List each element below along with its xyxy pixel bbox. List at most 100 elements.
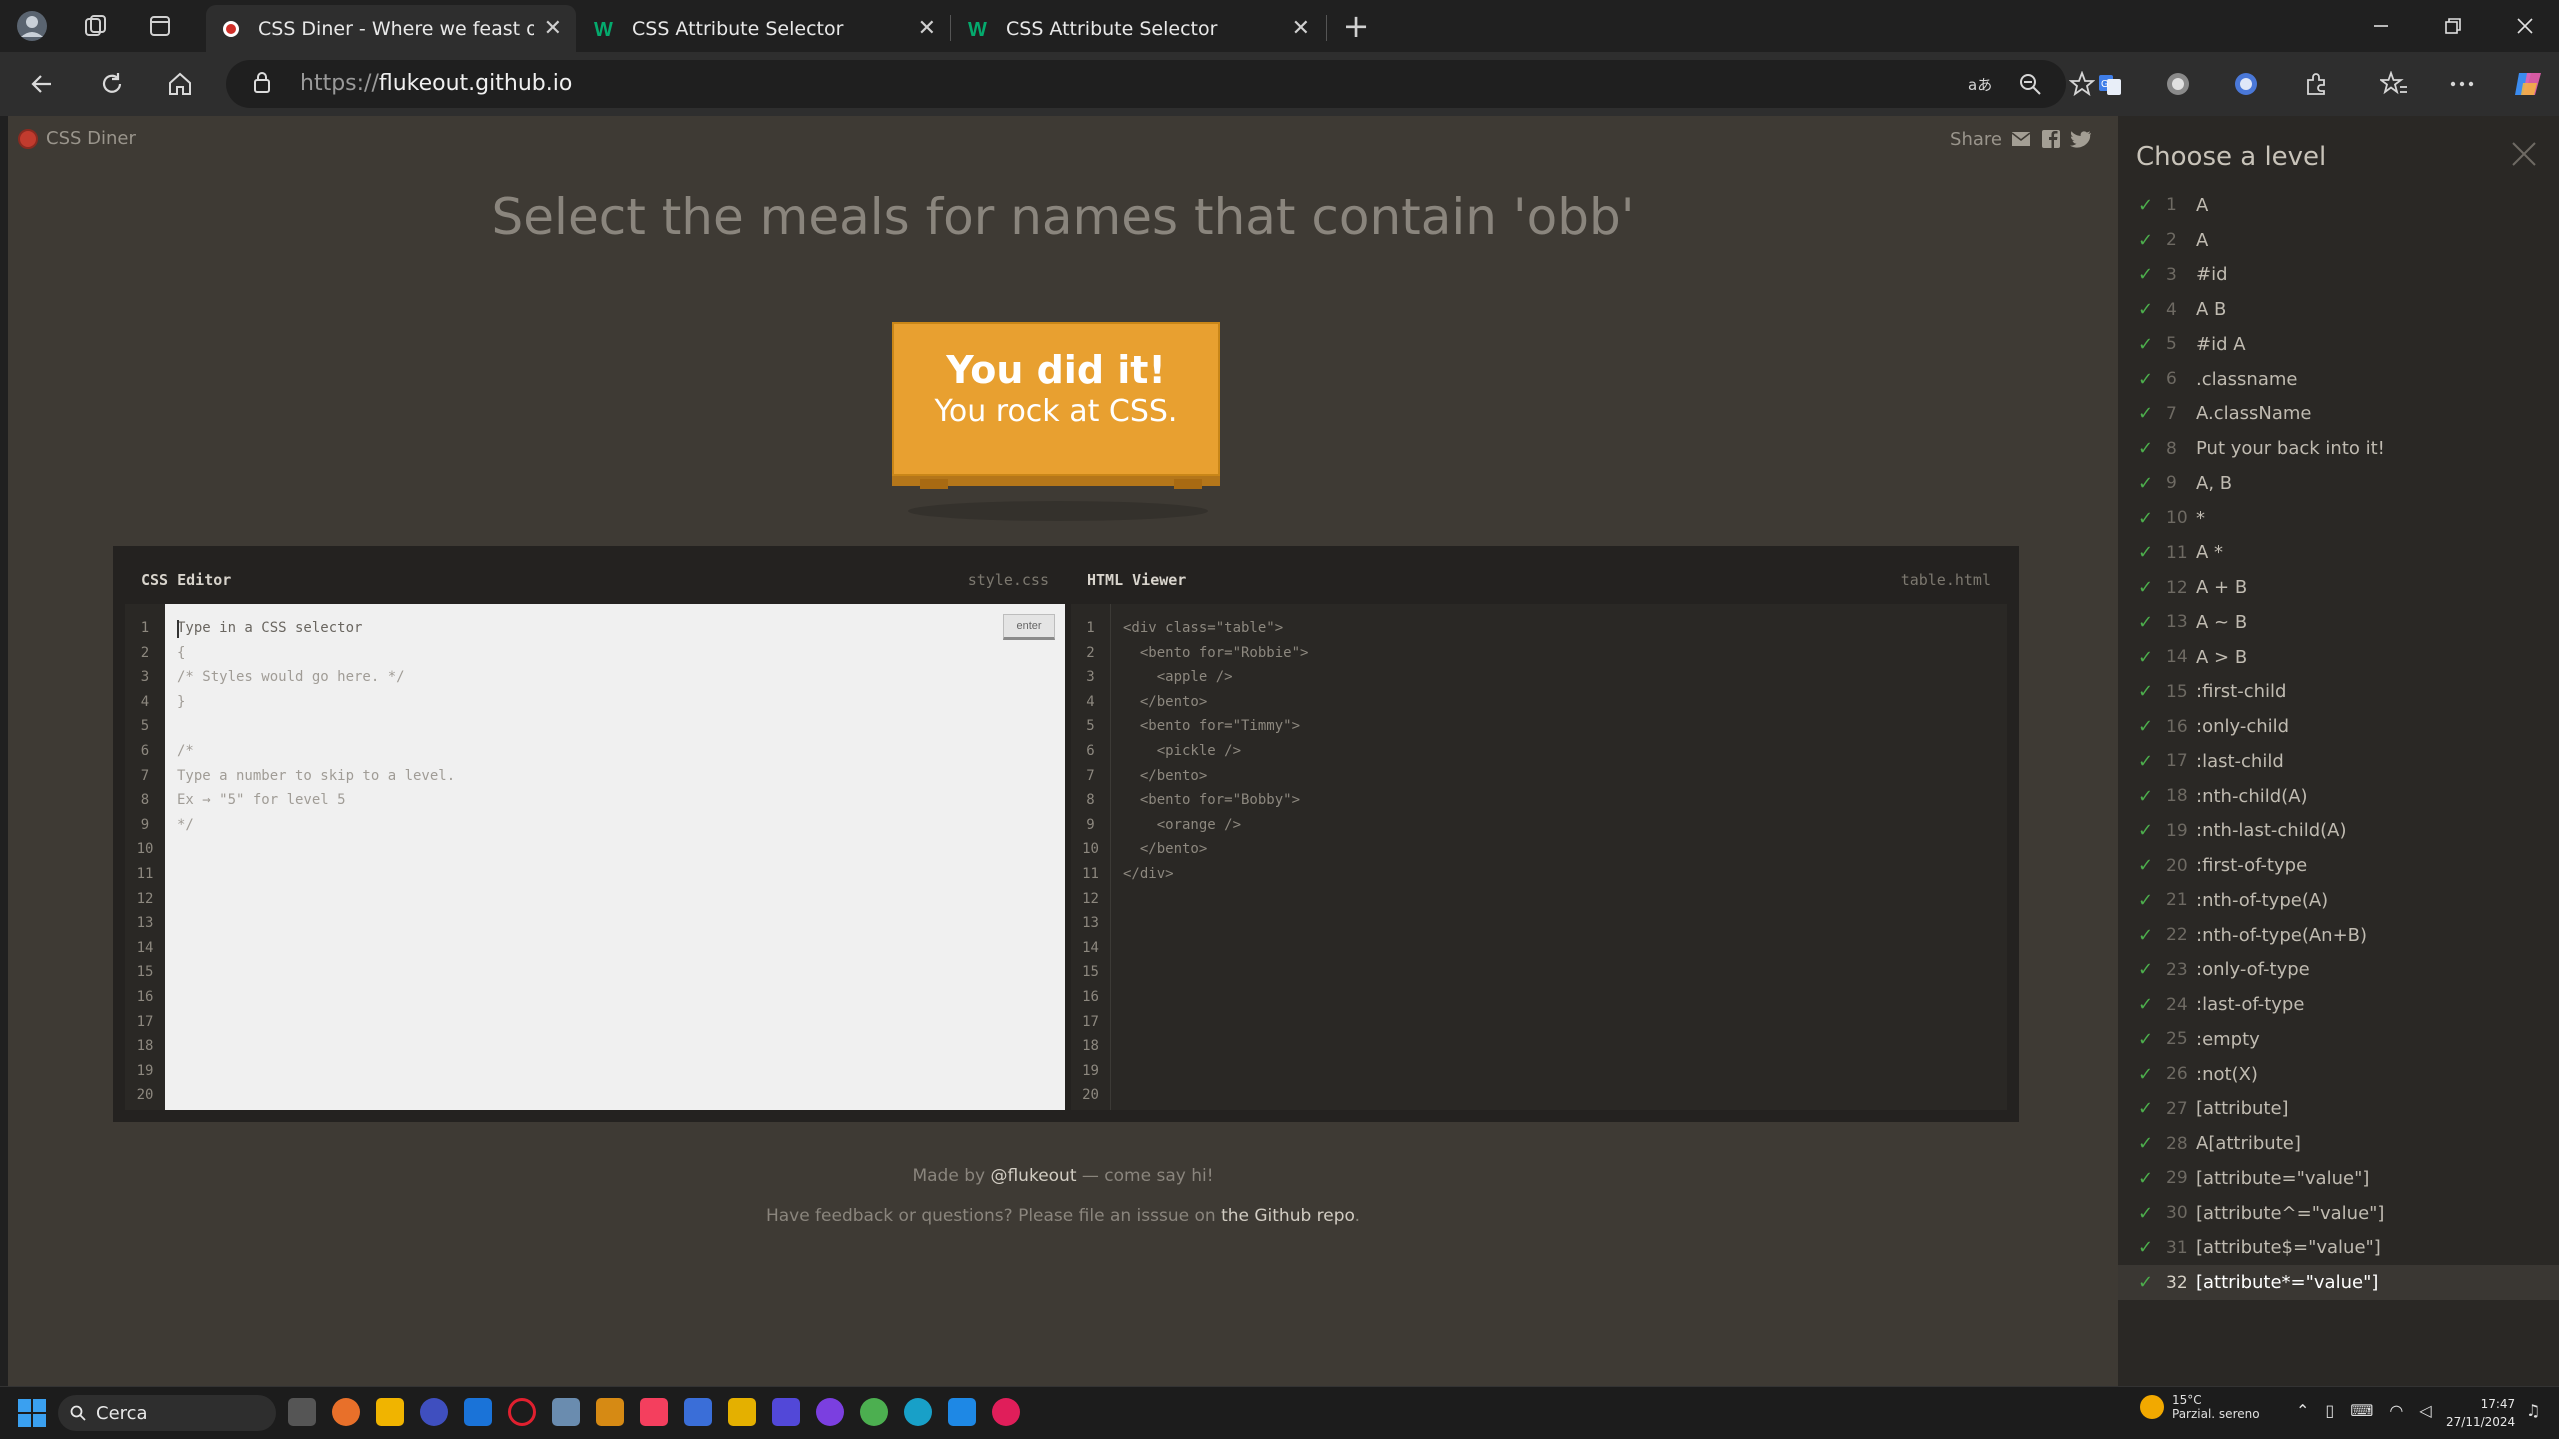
weather-widget[interactable]: 15°C Parzial. sereno xyxy=(2140,1393,2260,1421)
level-item[interactable]: ✓ 13 A ~ B xyxy=(2118,605,2559,640)
new-tab-icon[interactable]: + xyxy=(1338,7,1374,45)
line-number: 13 xyxy=(136,915,154,932)
enter-button[interactable]: enter xyxy=(1003,614,1055,640)
level-item[interactable]: ✓ 15:first-child xyxy=(2118,675,2559,710)
brand-logo[interactable]: CSS Diner xyxy=(18,128,136,149)
chrome-icon[interactable] xyxy=(860,1398,888,1426)
restore-icon[interactable] xyxy=(2418,6,2488,46)
keyboard-icon[interactable]: ⌨ xyxy=(2350,1401,2373,1420)
chevron-up-icon[interactable]: ⌃ xyxy=(2296,1401,2309,1420)
windows-start-icon[interactable] xyxy=(18,1399,46,1427)
level-item[interactable]: ✓ 5 #id A xyxy=(2118,327,2559,362)
edge-icon[interactable] xyxy=(904,1398,932,1426)
css-input-area[interactable]: Type in a CSS selector {/* Styles would g… xyxy=(165,604,1065,1110)
copilot-icon[interactable] xyxy=(2508,64,2548,104)
proton-icon[interactable] xyxy=(816,1398,844,1426)
tab-css-attribute-selector-1[interactable]: W CSS Attribute Selector ✕ xyxy=(580,5,950,52)
address-bar[interactable]: https://flukeout.github.io aあ xyxy=(226,60,2095,108)
level-item[interactable]: ✓ 6 .classname xyxy=(2118,362,2559,397)
twitter-icon[interactable] xyxy=(2070,128,2092,150)
badge-app-icon[interactable] xyxy=(596,1398,624,1426)
opera-icon[interactable] xyxy=(508,1398,536,1426)
close-window-icon[interactable] xyxy=(2490,6,2559,46)
lock-icon[interactable] xyxy=(252,70,272,99)
level-item[interactable]: ✓ 21:nth-of-type(A) xyxy=(2118,883,2559,918)
clock[interactable]: 17:47 27/11/2024 xyxy=(2446,1395,2515,1431)
wifi-icon[interactable]: ◠ xyxy=(2389,1401,2403,1420)
translate-extension-icon[interactable]: G xyxy=(2090,64,2130,104)
volume-icon[interactable]: ◁ xyxy=(2419,1401,2431,1420)
tab-close-icon[interactable]: ✕ xyxy=(544,16,562,41)
level-item[interactable]: ✓ 12 A + B xyxy=(2118,570,2559,605)
level-item[interactable]: ✓ 17:last-child xyxy=(2118,744,2559,779)
extension-shield-icon[interactable] xyxy=(2226,64,2266,104)
level-item[interactable]: ✓ 25:empty xyxy=(2118,1022,2559,1057)
vscode-icon[interactable] xyxy=(948,1398,976,1426)
vertical-tabs-icon[interactable] xyxy=(142,8,178,44)
url-text[interactable]: https://flukeout.github.io xyxy=(300,71,572,96)
level-item[interactable]: ✓ 29 [attribute="value"] xyxy=(2118,1161,2559,1196)
level-item[interactable]: ✓ 3 #id xyxy=(2118,258,2559,293)
level-item[interactable]: ✓ 20:first-of-type xyxy=(2118,848,2559,883)
level-item[interactable]: ✓ 24:last-of-type xyxy=(2118,987,2559,1022)
visual-studio-icon[interactable] xyxy=(772,1398,800,1426)
level-item[interactable]: ✓ 1 A xyxy=(2118,188,2559,223)
level-item[interactable]: ✓ 26:not(X) xyxy=(2118,1057,2559,1092)
level-item[interactable]: ✓ 16:only-child xyxy=(2118,709,2559,744)
workspaces-icon[interactable] xyxy=(78,8,114,44)
level-item[interactable]: ✓ 22:nth-of-type(An+B) xyxy=(2118,918,2559,953)
level-item[interactable]: ✓ 7 A.className xyxy=(2118,397,2559,432)
power-bi-icon[interactable] xyxy=(728,1398,756,1426)
tab-close-icon[interactable]: ✕ xyxy=(1292,16,1310,41)
tab-css-diner[interactable]: CSS Diner - Where we feast on CSS ✕ xyxy=(206,5,576,52)
github-repo-link[interactable]: the Github repo xyxy=(1221,1206,1355,1226)
back-icon[interactable] xyxy=(22,64,62,104)
level-item[interactable]: ✓ 23:only-of-type xyxy=(2118,953,2559,988)
level-item[interactable]: ✓ 11 A * xyxy=(2118,536,2559,571)
media-player-icon[interactable] xyxy=(420,1398,448,1426)
profile-avatar-icon[interactable] xyxy=(14,8,50,44)
email-icon[interactable] xyxy=(2010,128,2032,150)
level-item[interactable]: ✓ 8 Put your back into it! xyxy=(2118,431,2559,466)
store-icon[interactable] xyxy=(684,1398,712,1426)
level-item[interactable]: ✓ 19:nth-last-child(A) xyxy=(2118,814,2559,849)
close-sidebar-icon[interactable] xyxy=(2511,136,2537,176)
task-view-icon[interactable] xyxy=(288,1398,316,1426)
level-item[interactable]: ✓ 27 [attribute] xyxy=(2118,1092,2559,1127)
line-number: 19 xyxy=(136,1062,154,1079)
level-item[interactable]: ✓ 31 [attribute$="value"] xyxy=(2118,1231,2559,1266)
read-aloud-icon[interactable]: aあ xyxy=(1964,68,1996,100)
extension-circle-icon[interactable] xyxy=(2158,64,2198,104)
favorites-icon[interactable] xyxy=(2374,64,2414,104)
level-item[interactable]: ✓ 4 A B xyxy=(2118,292,2559,327)
tab-css-attribute-selector-2[interactable]: W CSS Attribute Selector ✕ xyxy=(954,5,1324,52)
slack-icon[interactable] xyxy=(992,1398,1020,1426)
minimize-icon[interactable] xyxy=(2346,6,2416,46)
tab-close-icon[interactable]: ✕ xyxy=(918,16,936,41)
level-item[interactable]: ✓ 18:nth-child(A) xyxy=(2118,779,2559,814)
notifications-icon[interactable]: ♫ xyxy=(2526,1401,2540,1420)
line-number: 18 xyxy=(136,1038,154,1055)
level-item[interactable]: ✓ 10 * xyxy=(2118,501,2559,536)
zoom-out-icon[interactable] xyxy=(2014,68,2046,100)
firefox-icon[interactable] xyxy=(332,1398,360,1426)
refresh-icon[interactable] xyxy=(92,64,132,104)
level-item[interactable]: ✓ 30 [attribute^="value"] xyxy=(2118,1196,2559,1231)
taskbar-search[interactable]: Cerca xyxy=(58,1395,276,1431)
outlook-icon[interactable] xyxy=(464,1398,492,1426)
home-icon[interactable] xyxy=(160,64,200,104)
line-number: 3 xyxy=(140,669,150,686)
music-icon[interactable] xyxy=(640,1398,668,1426)
flukeout-link[interactable]: @flukeout xyxy=(990,1166,1076,1186)
level-item[interactable]: ✓ 32 [attribute*="value"] xyxy=(2118,1265,2559,1300)
more-options-icon[interactable] xyxy=(2442,64,2482,104)
level-item[interactable]: ✓ 9 A, B xyxy=(2118,466,2559,501)
extensions-puzzle-icon[interactable] xyxy=(2296,64,2336,104)
facebook-icon[interactable] xyxy=(2040,128,2062,150)
mail-icon[interactable] xyxy=(552,1398,580,1426)
battery-icon[interactable]: ▯ xyxy=(2325,1401,2334,1420)
level-item[interactable]: ✓ 28 A[attribute] xyxy=(2118,1126,2559,1161)
file-explorer-icon[interactable] xyxy=(376,1398,404,1426)
level-item[interactable]: ✓ 14 A > B xyxy=(2118,640,2559,675)
level-item[interactable]: ✓ 2 A xyxy=(2118,223,2559,258)
